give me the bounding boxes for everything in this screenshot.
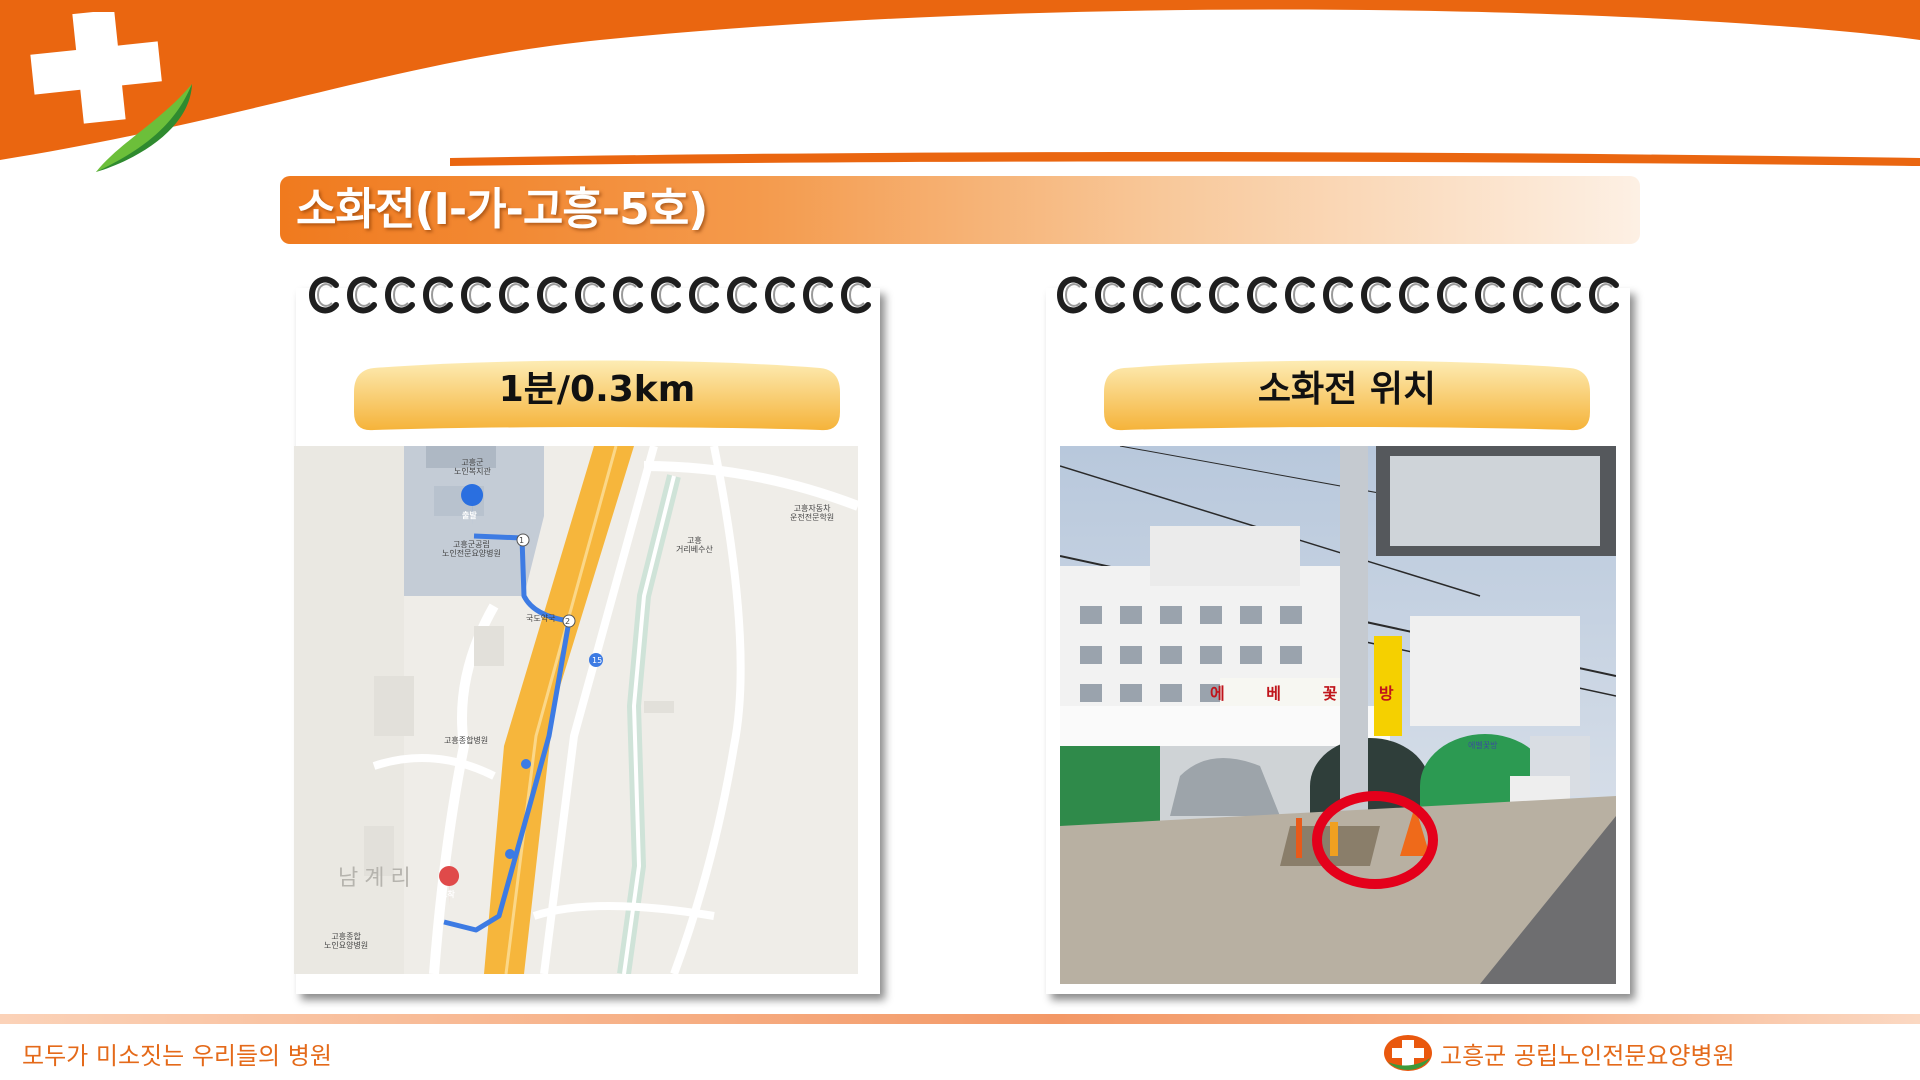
spiral-ring-icon (384, 273, 418, 317)
spiral-ring-icon (1322, 273, 1356, 317)
spiral-ring-icon (1550, 273, 1584, 317)
spiral-ring-icon (612, 273, 646, 317)
map-start-badge: 출발 (462, 511, 477, 520)
spiral-ring-icon (460, 273, 494, 317)
location-label: 소화전 위치 (1257, 369, 1437, 410)
spiral-ring-icon (1284, 273, 1318, 317)
map-label-welfare: 고흥군 노인복지관 (454, 458, 491, 476)
spiral-ring-icon (1360, 273, 1394, 317)
spiral-ring-icon (840, 273, 874, 317)
spiral-ring-icon (422, 273, 456, 317)
header-swoosh (0, 0, 1920, 166)
spiral-ring-icon (346, 273, 380, 317)
map-label-hospital: 고흥군공립 노인전문요양병원 (442, 540, 501, 558)
spiral-ring-icon (1056, 273, 1090, 317)
spiral-ring-icon (1094, 273, 1128, 317)
spiral-ring-icon (308, 273, 342, 317)
map-label-pharmacy: 국도약국 (526, 614, 556, 623)
shop-sign-small: 에벨꽃방 (1468, 741, 1498, 750)
spiral-ring-icon (802, 273, 836, 317)
map-end-badge: 도착 (440, 890, 455, 899)
hydrant-location-photo[interactable]: 에 베 꽃 방 에벨꽃방 (1060, 446, 1616, 984)
spiral-binding-left (308, 270, 874, 320)
spiral-ring-icon (574, 273, 608, 317)
spiral-ring-icon (688, 273, 722, 317)
footer-slogan: 모두가 미소짓는 우리들의 병원 (22, 1042, 332, 1070)
footer-hospital-logo-icon (1384, 1035, 1432, 1071)
map-label-district: 남계리 (338, 866, 417, 891)
map-label-fishery: 고흥 거리베수산 (676, 536, 713, 554)
spiral-ring-icon (1512, 273, 1546, 317)
spiral-ring-icon (764, 273, 798, 317)
map-road-number: 15 (592, 656, 603, 665)
spiral-ring-icon (1170, 273, 1204, 317)
hospital-logo-icon (30, 12, 192, 172)
route-map[interactable]: 고흥군 노인복지관 출발 고흥군공립 노인전문요양병원 1 2 15 국도약국 … (294, 446, 858, 974)
map-step-2: 2 (565, 617, 571, 626)
footer-hospital-name: 고흥군 공립노인전문요양병원 (1440, 1042, 1735, 1070)
spiral-ring-icon (1436, 273, 1470, 317)
map-label-driving-school: 고흥자동차 운전전문학원 (790, 504, 835, 522)
spiral-binding-right (1056, 270, 1622, 320)
spiral-ring-icon (726, 273, 760, 317)
spiral-ring-icon (1588, 273, 1622, 317)
map-label-nursing-hospital: 고흥종합 노인요양병원 (324, 932, 369, 950)
route-label: 1분/0.3km (498, 369, 696, 410)
spiral-ring-icon (1246, 273, 1280, 317)
spiral-ring-icon (1398, 273, 1432, 317)
page-title: 소화전(I-가-고흥-5호) (296, 184, 708, 235)
footer-divider (0, 1014, 1920, 1024)
map-step-1: 1 (519, 536, 525, 545)
spiral-ring-icon (536, 273, 570, 317)
spiral-ring-icon (1474, 273, 1508, 317)
spiral-ring-icon (1208, 273, 1242, 317)
map-label-general-hospital: 고흥종합병원 (444, 736, 489, 745)
spiral-ring-icon (498, 273, 532, 317)
spiral-ring-icon (650, 273, 684, 317)
shop-sign-horizontal: 에 베 꽃 방 (1210, 684, 1412, 703)
spiral-ring-icon (1132, 273, 1166, 317)
